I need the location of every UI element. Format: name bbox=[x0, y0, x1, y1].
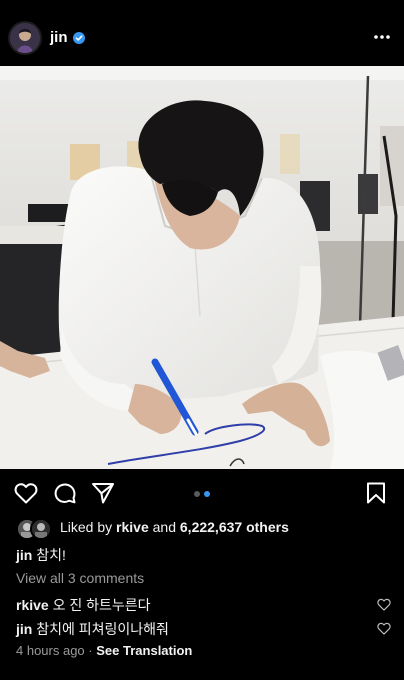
post-image[interactable] bbox=[0, 66, 404, 469]
comment-row: rkive 오 진 하트누른다 bbox=[16, 595, 151, 615]
liked-by-user[interactable]: rkive bbox=[116, 519, 149, 535]
liker-avatar bbox=[30, 518, 52, 540]
post-timestamp: 4 hours ago bbox=[16, 643, 85, 658]
post-meta: 4 hours ago · See Translation bbox=[16, 643, 192, 658]
likes-prefix: Liked by bbox=[60, 519, 113, 535]
carousel-indicator bbox=[194, 491, 210, 497]
comment-text: 참치에 피쳐링이나해줘 bbox=[36, 621, 169, 637]
share-icon[interactable] bbox=[91, 482, 115, 504]
post-username[interactable]: jin bbox=[50, 29, 68, 46]
post-caption: jin 참치! bbox=[16, 545, 66, 565]
carousel-dot bbox=[194, 491, 200, 497]
caption-text: 참치! bbox=[36, 547, 66, 563]
comment-like-heart-icon[interactable] bbox=[377, 598, 391, 611]
carousel-dot-active bbox=[204, 491, 210, 497]
more-options-icon[interactable] bbox=[372, 29, 392, 45]
post-actions bbox=[0, 469, 404, 515]
comment-like-heart-icon[interactable] bbox=[377, 622, 391, 635]
meta-separator: · bbox=[88, 643, 93, 658]
bookmark-icon[interactable] bbox=[366, 482, 386, 504]
caption-username[interactable]: jin bbox=[16, 547, 32, 563]
user-avatar[interactable] bbox=[10, 23, 40, 53]
see-translation-link[interactable]: See Translation bbox=[96, 643, 192, 658]
likes-joiner: and bbox=[152, 519, 176, 535]
likes-count[interactable]: 6,222,637 others bbox=[180, 519, 289, 535]
comment-text: 오 진 하트누른다 bbox=[52, 597, 151, 613]
verified-badge-icon bbox=[72, 31, 85, 44]
comment-username[interactable]: rkive bbox=[16, 597, 49, 613]
comment-username[interactable]: jin bbox=[16, 621, 32, 637]
post-header: jin bbox=[0, 0, 404, 66]
likes-summary[interactable]: Liked by rkive and 6,222,637 others bbox=[16, 518, 289, 540]
heart-icon[interactable] bbox=[14, 482, 38, 504]
view-all-comments[interactable]: View all 3 comments bbox=[16, 570, 144, 586]
comment-row: jin 참치에 피쳐링이나해줘 bbox=[16, 619, 169, 639]
liker-avatars bbox=[16, 518, 52, 540]
comment-icon[interactable] bbox=[53, 482, 77, 504]
